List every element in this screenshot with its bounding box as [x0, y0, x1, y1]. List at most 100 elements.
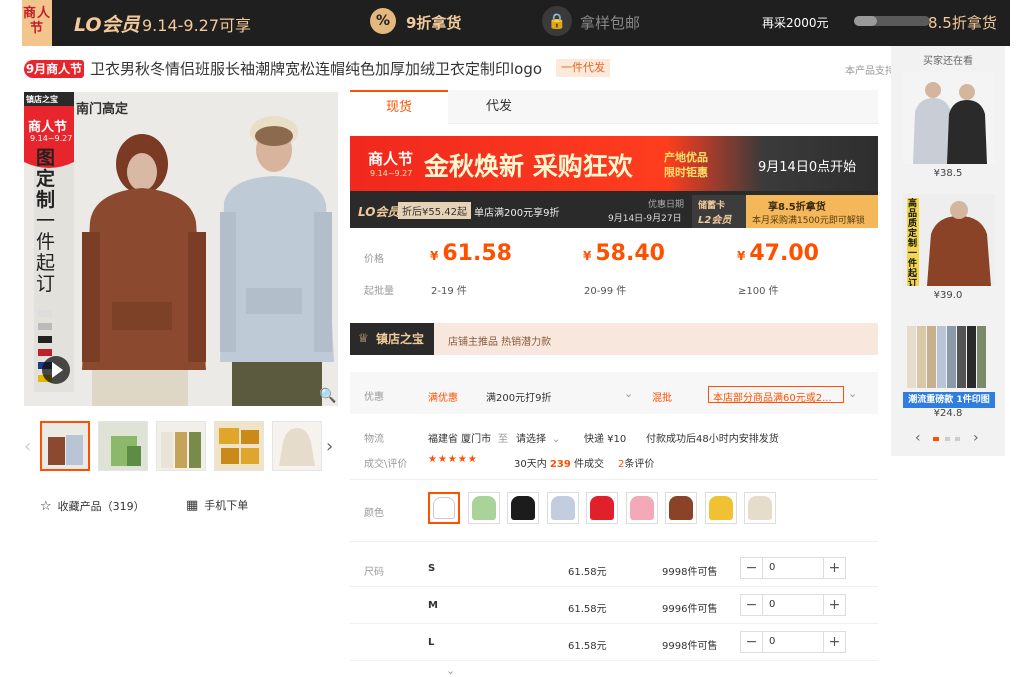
- thumbnail-3[interactable]: [156, 421, 206, 471]
- hoodie-swatch-image: [669, 496, 693, 520]
- mixed-batch-rule[interactable]: 本店部分商品满60元或2...: [708, 386, 844, 403]
- color-swatch[interactable]: [744, 492, 776, 524]
- size-stock: 9998件可售: [662, 641, 718, 652]
- price-tier-1: ¥61.58: [430, 241, 512, 266]
- expand-sizes-chevron-icon[interactable]: ⌄: [446, 664, 455, 677]
- thumb-next-icon[interactable]: ›: [326, 436, 333, 457]
- lv-member-logo: LO会员: [74, 14, 140, 36]
- promo-lv-logo: LO会员: [358, 205, 400, 219]
- custom-print-vertical-text: 图定制一件起订: [36, 147, 56, 295]
- star-outline-icon: ☆: [40, 499, 52, 514]
- color-swatch[interactable]: [546, 492, 579, 524]
- recommended-item-1[interactable]: [903, 72, 995, 164]
- purchase-mode-tabs: 现货 代发: [350, 90, 878, 124]
- promo-date-range: 9月14日-9月27日: [608, 214, 682, 224]
- size-stock: 9998件可售: [662, 567, 718, 578]
- color-swatch[interactable]: [625, 492, 658, 524]
- thumbnail-1[interactable]: [40, 421, 90, 471]
- main-product-image[interactable]: 镇店之宝 商人节 9.14~9.27 南门高定 图定制一件起订: [24, 92, 338, 406]
- favorite-button[interactable]: ☆ 收藏产品（319）: [40, 498, 145, 514]
- mobile-order-button[interactable]: ▦ 手机下单: [186, 497, 248, 513]
- plus-button[interactable]: +: [823, 595, 845, 615]
- sidebar-title: 买家还在看: [923, 56, 973, 67]
- qty-tier-3: ≥100 件: [738, 286, 779, 297]
- promo-sub-2: 限时钜惠: [664, 166, 708, 179]
- quantity-input[interactable]: 0: [769, 636, 775, 647]
- right-discount-label: 8.5折拿货: [928, 14, 997, 32]
- discount-type: 满优惠: [428, 393, 458, 404]
- chevron-down-icon: ⌄: [552, 434, 561, 445]
- month-festival-badge: 9月商人节: [24, 60, 84, 78]
- festival-promo-banner[interactable]: 商人节 9.14~9.27 金秋焕新 采购狂欢 产地优品 限时钜惠 9月14日0…: [350, 136, 878, 228]
- sample-shipping-label: 拿样包邮: [580, 14, 641, 32]
- discount-chevron-down-icon[interactable]: ⌄: [624, 387, 633, 400]
- promo-start-time: 9月14日0点开始: [758, 160, 857, 175]
- thumbnail-5[interactable]: [272, 421, 322, 471]
- hoodie-swatch-image: [433, 497, 455, 519]
- color-swatch[interactable]: [665, 492, 697, 524]
- repurchase-text: 再采2000元: [762, 16, 829, 30]
- ship-note: 付款成功后48小时内安排发货: [646, 434, 779, 445]
- size-name: L: [428, 637, 435, 648]
- color-swatch[interactable]: [467, 492, 500, 524]
- member-banner[interactable]: 商人节 LO会员 9.14-9.27可享 % 9折拿货 🔒 拿样包邮 再采200…: [22, 0, 1010, 46]
- one-piece-tag[interactable]: 一件代发: [556, 59, 610, 77]
- crown-icon: ♕: [358, 331, 369, 345]
- quantity-input[interactable]: 0: [769, 599, 775, 610]
- hoodie-swatch-image: [629, 496, 654, 520]
- quantity-stepper: −0 +: [740, 631, 846, 653]
- store-treasure-sub: 店铺主推品 热销潜力款: [448, 337, 552, 348]
- promo-headline: 金秋焕新 采购狂欢: [424, 152, 633, 181]
- reviews-label: 成交\评价: [364, 459, 408, 470]
- sidebar-next-icon[interactable]: ›: [973, 430, 979, 446]
- min-qty-label: 起批量: [364, 286, 394, 297]
- tab-dropship[interactable]: 代发: [450, 90, 548, 124]
- thumbnail-2[interactable]: [98, 421, 148, 471]
- price-label: 价格: [364, 254, 384, 265]
- thumbnail-4[interactable]: [214, 421, 264, 471]
- promo-festival-date: 9.14~9.27: [370, 169, 413, 178]
- recommended-price-1: ¥38.5: [933, 168, 963, 179]
- qty-tier-2: 20-99 件: [584, 286, 627, 297]
- carousel-dot-active[interactable]: [933, 437, 939, 441]
- brand-text: 南门高定: [76, 102, 129, 117]
- zoom-search-icon[interactable]: 🔍: [319, 388, 336, 404]
- mixed-chevron-down-icon[interactable]: ⌄: [848, 387, 857, 400]
- color-swatch[interactable]: [586, 492, 618, 524]
- plus-button[interactable]: +: [823, 632, 845, 652]
- hoodie-swatch-image: [471, 496, 496, 520]
- quantity-input[interactable]: 0: [769, 562, 775, 573]
- discount-icon: %: [370, 8, 396, 34]
- plus-button[interactable]: +: [823, 558, 845, 578]
- divider: [350, 541, 878, 542]
- qr-code-icon: ▦: [186, 498, 199, 513]
- tab-in-stock[interactable]: 现货: [350, 90, 448, 124]
- ship-to-sep: 至: [498, 434, 508, 445]
- store-treasure-banner[interactable]: 镇店之宝 ♕ 店铺主推品 热销潜力款: [350, 323, 878, 355]
- carousel-dot[interactable]: [955, 437, 960, 441]
- size-price: 61.58元: [568, 604, 607, 615]
- color-swatch[interactable]: [428, 492, 460, 524]
- promo-festival: 商人节: [368, 150, 414, 168]
- main-festival-date: 9.14~9.27: [30, 134, 73, 143]
- promo-sub-1: 产地优品: [664, 151, 708, 164]
- recommended-item-3[interactable]: 潮流重磅款 1件印图: [903, 316, 995, 408]
- sidebar-prev-icon[interactable]: ‹: [915, 430, 921, 446]
- quantity-stepper: −0 +: [740, 557, 846, 579]
- color-swatch[interactable]: [507, 492, 539, 524]
- thumb-prev-icon[interactable]: ‹: [24, 436, 31, 457]
- recommended-text-3: 潮流重磅款 1件印图: [903, 392, 995, 408]
- minus-button[interactable]: −: [741, 632, 763, 652]
- minus-button[interactable]: −: [741, 558, 763, 578]
- recommended-price-3: ¥24.8: [933, 408, 963, 419]
- ship-from: 福建省 厦门市: [428, 434, 492, 445]
- recommended-price-2: ¥39.0: [933, 290, 963, 301]
- minus-button[interactable]: −: [741, 595, 763, 615]
- hoodie-swatch-image: [708, 496, 733, 520]
- review-count-link[interactable]: 2条评价: [618, 455, 654, 470]
- color-swatch[interactable]: [704, 492, 737, 524]
- destination-select[interactable]: 请选择 ⌄: [516, 430, 560, 445]
- recommended-item-2[interactable]: 高品质定制 一件起订: [903, 194, 995, 286]
- carousel-dot[interactable]: [945, 437, 950, 441]
- express-fee: 快递 ¥10: [584, 434, 627, 445]
